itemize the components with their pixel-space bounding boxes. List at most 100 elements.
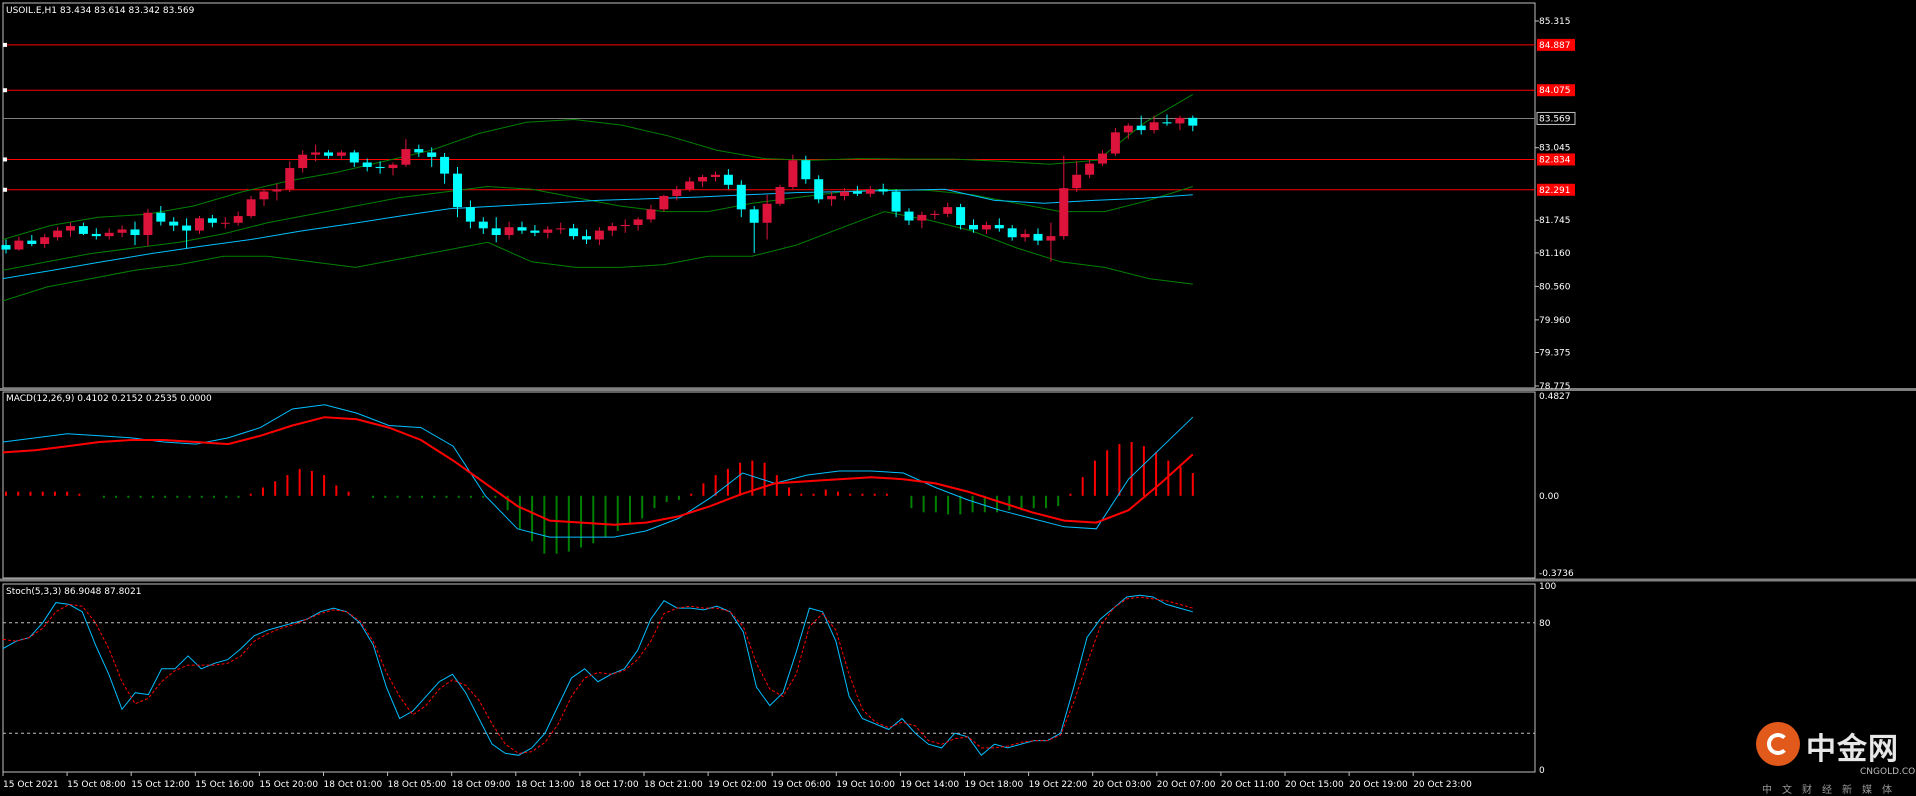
macd-panel[interactable] xyxy=(2,404,1194,554)
price-axis-label: 84.075 xyxy=(1539,86,1571,96)
bollinger-lower-line xyxy=(2,211,1193,302)
candle-body xyxy=(375,166,385,169)
level-marker xyxy=(3,157,7,162)
candle-body xyxy=(840,191,849,196)
time-axis-label: 20 Oct 15:00 xyxy=(1285,780,1344,790)
candle-body xyxy=(1136,125,1146,131)
macd-main-line xyxy=(2,404,1194,538)
candle-body xyxy=(1175,117,1185,124)
candle-body xyxy=(91,233,101,237)
time-axis-label: 18 Oct 05:00 xyxy=(388,780,447,790)
stoch-main-line xyxy=(2,594,1193,757)
candle-body xyxy=(1123,125,1133,133)
price-axis-label: 84.887 xyxy=(1539,41,1571,51)
price-axis-label: 82.834 xyxy=(1539,155,1571,165)
price-panel[interactable] xyxy=(1,42,1536,302)
time-axis-label: 20 Oct 19:00 xyxy=(1349,780,1408,790)
candle-body xyxy=(517,227,527,231)
candle-body xyxy=(207,218,217,223)
bollinger-upper-line xyxy=(2,93,1194,240)
candle-body xyxy=(182,225,192,231)
time-axis-label: 15 Oct 2021 xyxy=(3,780,59,790)
time-axis-label: 20 Oct 11:00 xyxy=(1221,780,1280,790)
candle-body xyxy=(1033,233,1043,241)
price-axis-label: 79.375 xyxy=(1539,349,1571,359)
candle-body xyxy=(1188,117,1198,126)
candle-body xyxy=(143,212,153,236)
candle-body xyxy=(336,152,346,156)
candle-body xyxy=(814,179,824,200)
logo-url: CNGOLD.COM.CN xyxy=(1860,767,1916,777)
candle-body xyxy=(582,236,591,240)
time-axis-label: 19 Oct 18:00 xyxy=(965,780,1024,790)
level-marker xyxy=(3,187,7,192)
candle-body xyxy=(981,224,991,230)
bollinger-bands xyxy=(2,93,1194,302)
time-axis-label: 15 Oct 20:00 xyxy=(259,780,318,790)
panel-frame xyxy=(2,583,1536,773)
macd-axis-label: -0.3736 xyxy=(1539,569,1574,579)
time-axis-label: 15 Oct 16:00 xyxy=(195,780,254,790)
candle-body xyxy=(27,240,37,244)
macd-axis-label: 0.00 xyxy=(1539,492,1559,502)
candle-body xyxy=(775,187,785,204)
candle-body xyxy=(620,224,630,227)
candle-body xyxy=(78,226,88,234)
candle-body xyxy=(259,191,269,200)
time-axis-label: 18 Oct 09:00 xyxy=(452,780,511,790)
time-axis-label: 18 Oct 21:00 xyxy=(644,780,703,790)
candle-body xyxy=(272,189,282,192)
candle-body xyxy=(659,195,669,210)
candle-body xyxy=(1149,122,1159,131)
candle-body xyxy=(827,195,837,200)
horizontal-levels xyxy=(3,42,1535,192)
stoch-axis-label: 0 xyxy=(1539,766,1545,776)
candle-body xyxy=(1046,236,1056,241)
time-axis-label: 18 Oct 01:00 xyxy=(324,780,383,790)
price-axis-label: 79.960 xyxy=(1539,316,1571,326)
candle-body xyxy=(233,216,243,223)
candle-body xyxy=(1098,153,1107,164)
candle-body xyxy=(543,229,553,233)
candle-body xyxy=(943,207,953,214)
stoch-axis-label: 100 xyxy=(1539,582,1556,592)
macd-label: MACD(12,26,9) 0.4102 0.2152 0.2535 0.000… xyxy=(6,394,212,404)
candle-body xyxy=(736,184,746,210)
stoch-lines xyxy=(2,594,1535,757)
candle-body xyxy=(14,240,24,250)
candle-body xyxy=(169,221,179,226)
time-axis-label: 19 Oct 10:00 xyxy=(836,780,895,790)
candle-body xyxy=(130,229,140,236)
candle-body xyxy=(788,160,798,188)
macd-axis-label: 0.4827 xyxy=(1539,392,1571,402)
stoch-signal-line xyxy=(2,596,1193,754)
stoch-panel[interactable] xyxy=(2,594,1535,757)
candle-body xyxy=(298,154,308,169)
price-axis-label: 85.315 xyxy=(1539,17,1571,27)
stoch-label: Stoch(5,3,3) 86.9048 87.8021 xyxy=(6,587,141,597)
candle-body xyxy=(956,207,966,225)
candle-body xyxy=(453,173,462,208)
candle-body xyxy=(104,232,114,237)
candle-body xyxy=(324,152,333,156)
candle-body xyxy=(801,160,811,180)
price-axis-label: 82.291 xyxy=(1539,186,1571,196)
price-axis-label: 78.775 xyxy=(1539,382,1571,392)
time-axis-label: 19 Oct 22:00 xyxy=(1029,780,1088,790)
chart-svg: 85.315 84.887 84.075 83.569 83.04582.834 82.2… xyxy=(0,2,1916,790)
candle-body xyxy=(478,221,488,229)
candle-body xyxy=(427,152,437,157)
time-axis-label: 20 Oct 23:00 xyxy=(1413,780,1472,790)
candle-body xyxy=(607,226,617,231)
candle-body xyxy=(504,227,514,236)
candle-body xyxy=(891,191,901,212)
candle-body xyxy=(633,219,643,225)
symbol-label: USOIL.E,H1 83.434 83.614 83.342 83.569 xyxy=(6,6,195,16)
price-axis-label: 80.560 xyxy=(1539,282,1571,292)
level-marker xyxy=(3,42,7,47)
candle-body xyxy=(1,245,11,250)
candle-body xyxy=(917,214,927,221)
price-axis-label: 81.160 xyxy=(1539,249,1571,259)
candle-body xyxy=(246,199,256,217)
time-axis-label: 19 Oct 06:00 xyxy=(772,780,831,790)
